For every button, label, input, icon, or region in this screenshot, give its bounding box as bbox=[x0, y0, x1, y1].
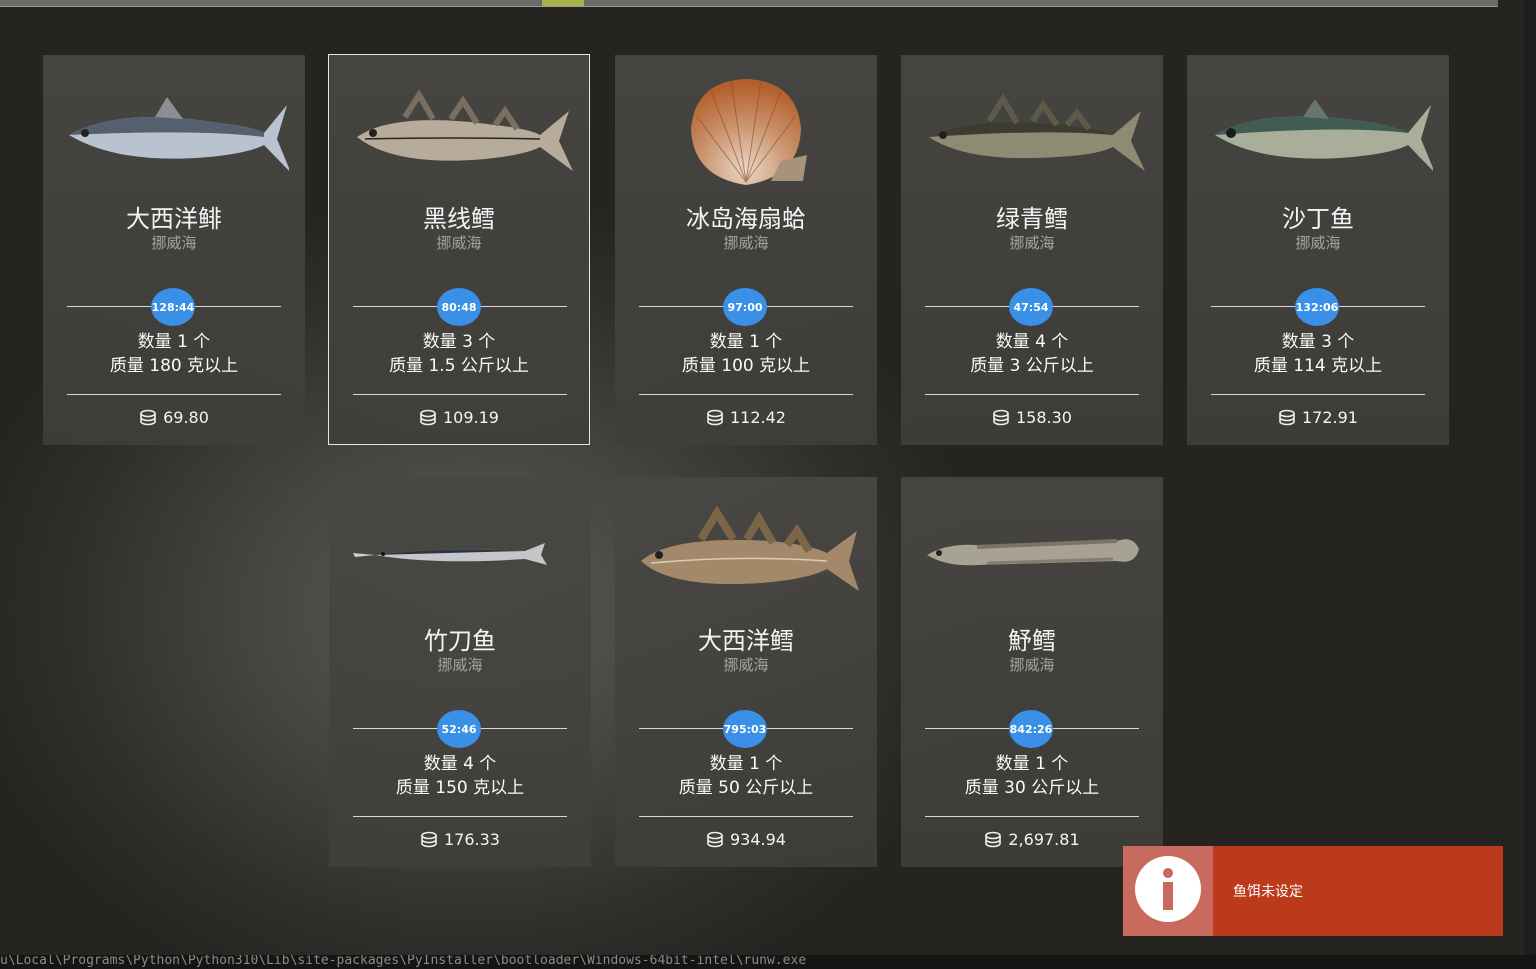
fish-card-atlantic-cod[interactable]: 大西洋鳕 挪威海 795:03 数量 1 个 质量 50 公斤以上 934.94 bbox=[615, 477, 877, 867]
timer-badge: 80:48 bbox=[437, 288, 481, 326]
timer-badge: 795:03 bbox=[723, 710, 767, 748]
divider bbox=[925, 816, 1139, 817]
quantity-text: 数量 4 个 bbox=[423, 754, 497, 774]
fish-region: 挪威海 bbox=[723, 234, 769, 252]
background-window-edge bbox=[1524, 0, 1536, 960]
fish-image bbox=[901, 77, 1163, 207]
price-row: 172.91 bbox=[1187, 408, 1449, 427]
fish-region: 挪威海 bbox=[437, 656, 483, 674]
quantity-text: 数量 1 个 bbox=[137, 332, 211, 352]
quantity-text: 数量 1 个 bbox=[709, 332, 783, 352]
fish-image bbox=[329, 499, 591, 629]
quantity-text: 数量 3 个 bbox=[422, 332, 496, 352]
divider bbox=[639, 394, 853, 395]
price-value: 934.94 bbox=[730, 830, 786, 849]
price-value: 109.19 bbox=[443, 408, 499, 427]
price-row: 934.94 bbox=[615, 830, 877, 849]
price-row: 176.33 bbox=[329, 830, 591, 849]
top-bar-accent bbox=[542, 0, 584, 6]
fish-image bbox=[901, 499, 1163, 629]
weight-text: 质量 30 公斤以上 bbox=[964, 778, 1100, 798]
price-value: 176.33 bbox=[444, 830, 500, 849]
coin-icon bbox=[706, 831, 724, 849]
fish-region: 挪威海 bbox=[1009, 234, 1055, 252]
coin-icon bbox=[706, 409, 724, 427]
divider bbox=[1211, 394, 1425, 395]
price-value: 172.91 bbox=[1302, 408, 1358, 427]
weight-text: 质量 3 公斤以上 bbox=[970, 356, 1094, 376]
fish-name: 竹刀鱼 bbox=[424, 627, 496, 655]
timer-badge: 97:00 bbox=[723, 288, 767, 326]
fish-card-iceland-scallop[interactable]: 冰岛海扇蛤 挪威海 97:00 数量 1 个 质量 100 克以上 112.42 bbox=[615, 55, 877, 445]
quantity-text: 数量 1 个 bbox=[709, 754, 783, 774]
info-icon bbox=[1134, 855, 1202, 927]
quantity-text: 数量 1 个 bbox=[995, 754, 1069, 774]
fish-name: 黑线鳕 bbox=[423, 205, 495, 233]
coin-icon bbox=[1278, 409, 1296, 427]
console-path-text: u\Local\Programs\Python\Python310\Lib\si… bbox=[0, 955, 807, 968]
price-row: 109.19 bbox=[329, 408, 589, 427]
divider bbox=[67, 394, 281, 395]
coin-icon bbox=[419, 409, 437, 427]
fish-image bbox=[615, 77, 877, 207]
price-row: 112.42 bbox=[615, 408, 877, 427]
price-value: 158.30 bbox=[1016, 408, 1072, 427]
timer-badge: 47:54 bbox=[1009, 288, 1053, 326]
fish-region: 挪威海 bbox=[723, 656, 769, 674]
fish-card-atlantic-herring[interactable]: 大西洋鲱 挪威海 128:44 数量 1 个 质量 180 克以上 69.80 bbox=[43, 55, 305, 445]
weight-text: 质量 1.5 公斤以上 bbox=[389, 356, 529, 376]
weight-text: 质量 100 克以上 bbox=[681, 356, 811, 376]
toast-icon-box bbox=[1123, 846, 1213, 936]
fish-image bbox=[1187, 77, 1449, 207]
price-value: 69.80 bbox=[163, 408, 209, 427]
fish-region: 挪威海 bbox=[1295, 234, 1341, 252]
price-row: 69.80 bbox=[43, 408, 305, 427]
fish-image bbox=[329, 77, 591, 207]
quantity-text: 数量 4 个 bbox=[995, 332, 1069, 352]
fish-name: 大西洋鳕 bbox=[698, 627, 794, 655]
divider bbox=[353, 394, 567, 395]
toast-message: 鱼饵未设定 bbox=[1233, 884, 1303, 900]
coin-icon bbox=[420, 831, 438, 849]
coin-icon bbox=[139, 409, 157, 427]
fish-name: 沙丁鱼 bbox=[1282, 205, 1354, 233]
window-top-bar bbox=[0, 0, 1498, 7]
timer-badge: 52:46 bbox=[437, 710, 481, 748]
fish-card-saury[interactable]: 竹刀鱼 挪威海 52:46 数量 4 个 质量 150 克以上 176.33 bbox=[329, 477, 591, 867]
coin-icon bbox=[984, 831, 1002, 849]
price-value: 2,697.81 bbox=[1008, 830, 1080, 849]
weight-text: 质量 50 公斤以上 bbox=[678, 778, 814, 798]
fish-region: 挪威海 bbox=[436, 234, 482, 252]
price-value: 112.42 bbox=[730, 408, 786, 427]
fish-image bbox=[43, 77, 305, 207]
price-row: 158.30 bbox=[901, 408, 1163, 427]
divider bbox=[353, 816, 567, 817]
timer-badge: 128:44 bbox=[151, 288, 195, 326]
console-strip: u\Local\Programs\Python\Python310\Lib\si… bbox=[0, 955, 1536, 969]
fish-name: 冰岛海扇蛤 bbox=[686, 205, 806, 233]
weight-text: 质量 150 克以上 bbox=[395, 778, 525, 798]
notification-toast[interactable]: 鱼饵未设定 bbox=[1123, 846, 1503, 936]
coin-icon bbox=[992, 409, 1010, 427]
fish-name: 魣鳕 bbox=[1008, 627, 1056, 655]
quantity-text: 数量 3 个 bbox=[1281, 332, 1355, 352]
timer-badge: 132:06 bbox=[1295, 288, 1339, 326]
fish-card-sardine[interactable]: 沙丁鱼 挪威海 132:06 数量 3 个 质量 114 克以上 172.91 bbox=[1187, 55, 1449, 445]
fish-name: 绿青鳕 bbox=[996, 205, 1068, 233]
fish-region: 挪威海 bbox=[1009, 656, 1055, 674]
weight-text: 质量 180 克以上 bbox=[109, 356, 239, 376]
divider bbox=[639, 816, 853, 817]
timer-badge: 842:26 bbox=[1009, 710, 1053, 748]
fish-region: 挪威海 bbox=[151, 234, 197, 252]
fish-name: 大西洋鲱 bbox=[126, 205, 222, 233]
divider bbox=[925, 394, 1139, 395]
weight-text: 质量 114 克以上 bbox=[1253, 356, 1383, 376]
fish-card-ling[interactable]: 魣鳕 挪威海 842:26 数量 1 个 质量 30 公斤以上 2,697.81 bbox=[901, 477, 1163, 867]
fish-card-haddock[interactable]: 黑线鳕 挪威海 80:48 数量 3 个 质量 1.5 公斤以上 109.19 bbox=[328, 54, 590, 445]
fish-card-pollock[interactable]: 绿青鳕 挪威海 47:54 数量 4 个 质量 3 公斤以上 158.30 bbox=[901, 55, 1163, 445]
fish-image bbox=[615, 499, 877, 629]
